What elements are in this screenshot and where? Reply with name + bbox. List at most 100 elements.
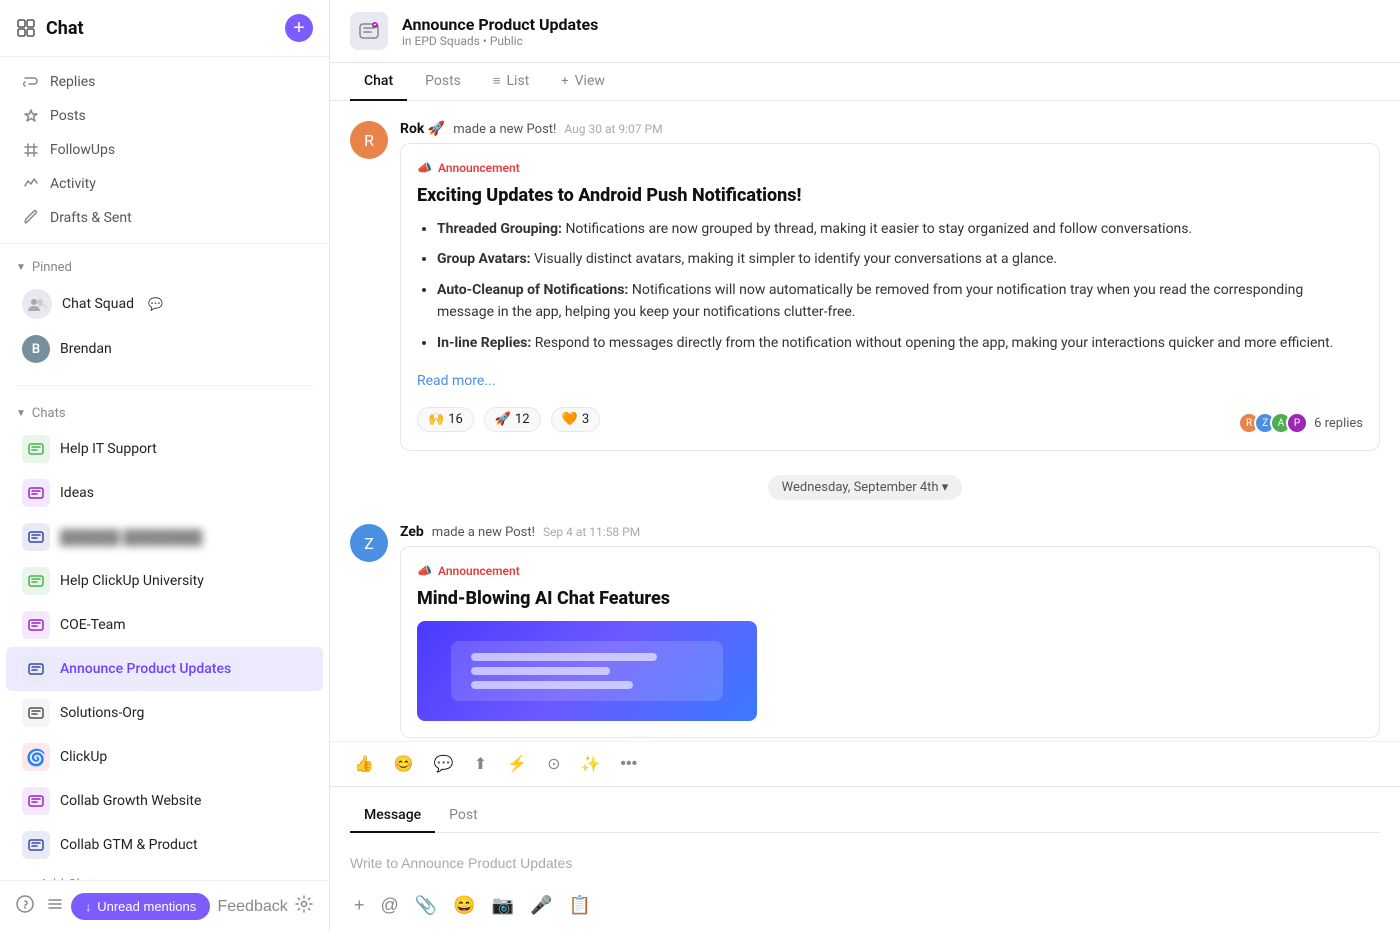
sidebar-nav: Replies Posts FollowUps Activity [0,57,329,244]
reply-avatars: R Z A P [1238,412,1308,434]
sidebar-item-solutions-org[interactable]: Solutions-Org [6,691,323,735]
unread-mentions-button[interactable]: ↓ Unread mentions [71,893,210,920]
channel-info: Announce Product Updates in EPD Squads •… [402,15,1380,48]
sidebar-item-announce[interactable]: Announce Product Updates [6,647,323,691]
main-content: Announce Product Updates in EPD Squads •… [330,0,1400,932]
help-clickup-label: Help ClickUp University [60,573,204,589]
unread-mentions-label: Unread mentions [97,899,196,914]
pinned-section-header[interactable]: ▼ Pinned [0,254,329,281]
collab-gtm-label: Collab GTM & Product [60,837,198,853]
message-header: Rok 🚀 made a new Post! Aug 30 at 9:07 PM [400,121,1380,137]
posts-icon [22,107,40,125]
toolbar-sparkle-button[interactable]: ✨ [573,750,609,778]
collab-growth-icon [22,787,50,815]
chat-squad-label: Chat Squad [62,296,134,312]
feedback-button[interactable]: Feedback [217,898,287,916]
sidebar-item-drafts[interactable]: Drafts & Sent [6,201,323,235]
reply-avatar: P [1286,412,1308,434]
unread-arrow-icon: ↓ [85,900,91,914]
sidebar-item-posts[interactable]: Posts [6,99,323,133]
message-row: R Rok 🚀 made a new Post! Aug 30 at 9:07 … [350,121,1380,451]
chats-section-header[interactable]: ▼ Chats [0,400,329,427]
tab-posts-label: Posts [425,73,461,89]
tab-chat[interactable]: Chat [350,63,407,101]
chats-arrow-icon: ▼ [16,408,26,419]
toolbar-bubble-button[interactable]: 💬 [426,750,462,778]
input-video-button[interactable]: 📷 [488,891,518,920]
input-attachment-button[interactable]: 📎 [411,891,441,920]
tab-list[interactable]: ≡ List [479,63,543,101]
message-input[interactable] [350,843,1380,883]
toolbar-lightning-button[interactable]: ⚡ [499,750,535,778]
sidebar-item-followups[interactable]: FollowUps [6,133,323,167]
input-tab-message[interactable]: Message [350,799,435,833]
tab-posts[interactable]: Posts [411,63,475,101]
input-tab-post[interactable]: Post [435,799,492,833]
date-label: Wednesday, September 4th ▾ [782,480,949,495]
toolbar-upload-button[interactable]: ⬆ [466,750,495,778]
post-card: 📣 Announcement Mind-Blowing AI Chat Feat… [400,546,1380,738]
toolbar-circle-button[interactable]: ⊙ [539,750,568,778]
help-button[interactable] [16,895,34,918]
bullet-text: Notifications are now grouped by thread,… [565,221,1192,237]
list-item: Group Avatars: Visually distinct avatars… [437,248,1363,270]
announcement-icon: 📣 [417,564,432,578]
post-type-badge: 📣 Announcement [417,564,520,578]
post-image [417,621,757,721]
toolbar-at-button[interactable]: 😊 [386,750,422,778]
replies-row: R Z A P 6 replies [1238,412,1363,434]
replies-label: Replies [50,74,95,90]
input-paperclip-button[interactable]: 📋 [564,891,594,920]
sidebar-item-help-it[interactable]: Help IT Support [6,427,323,471]
reaction-button[interactable]: 🚀 12 [484,407,541,432]
coe-team-icon [22,611,50,639]
add-chat-button[interactable]: + Add Chat [6,867,323,880]
sidebar-panel-icon [16,18,36,38]
sidebar-item-collab-gtm[interactable]: Collab GTM & Product [6,823,323,867]
input-mic-button[interactable]: 🎤 [526,891,556,920]
sidebar-item-collab-growth[interactable]: Collab Growth Website [6,779,323,823]
chat-squad-chat-icon: 💬 [148,297,163,311]
pinned-item-chat-squad[interactable]: Chat Squad 💬 [6,281,323,327]
blurred-icon [22,523,50,551]
sidebar-item-ideas[interactable]: Ideas [6,471,323,515]
reaction-button[interactable]: 🙌 16 [417,407,474,432]
reaction-button[interactable]: 🧡 3 [551,407,601,432]
announcement-icon: 📣 [417,161,432,175]
tab-chat-label: Chat [364,73,393,89]
sidebar-item-coe-team[interactable]: COE-Team [6,603,323,647]
sidebar-item-clickup[interactable]: 🌀 ClickUp [6,735,323,779]
sidebar-item-help-clickup[interactable]: Help ClickUp University [6,559,323,603]
blurred-label: ██████ ████████ [60,529,202,546]
list-view-button[interactable] [46,895,64,918]
input-emoji-button[interactable]: 😄 [449,891,479,920]
settings-button[interactable] [295,895,313,918]
bullet-text: Respond to messages directly from the no… [535,335,1334,351]
sidebar-item-activity[interactable]: Activity [6,167,323,201]
help-it-icon [22,435,50,463]
input-tab-post-label: Post [449,807,478,823]
toolbar-thumbsup-button[interactable]: 👍 [346,750,382,778]
bullet-label: Auto-Cleanup of Notifications: [437,282,628,298]
list-item: Auto-Cleanup of Notifications: Notificat… [437,279,1363,324]
input-at-button[interactable]: @ [377,891,403,920]
sidebar-item-replies[interactable]: Replies [6,65,323,99]
sidebar-item-blurred[interactable]: ██████ ████████ [6,515,323,559]
solutions-org-icon [22,699,50,727]
brendan-label: Brendan [60,341,112,357]
reaction-count: 12 [515,412,530,427]
announce-icon [22,655,50,683]
input-plus-button[interactable]: + [350,891,369,920]
announce-label: Announce Product Updates [60,661,231,677]
input-tab-message-label: Message [364,807,421,823]
tab-view[interactable]: + View [547,63,619,101]
reaction-count: 3 [582,412,589,427]
toolbar-more-button[interactable]: ••• [612,751,645,777]
followups-icon [22,141,40,159]
date-pill[interactable]: Wednesday, September 4th ▾ [768,475,963,500]
pinned-item-brendan[interactable]: B Brendan [6,327,323,371]
sidebar: Chat + Replies Posts FollowUps [0,0,330,932]
read-more-link[interactable]: Read more... [417,370,495,392]
new-chat-button[interactable]: + [285,14,313,42]
post-title: Exciting Updates to Android Push Notific… [417,185,1363,206]
